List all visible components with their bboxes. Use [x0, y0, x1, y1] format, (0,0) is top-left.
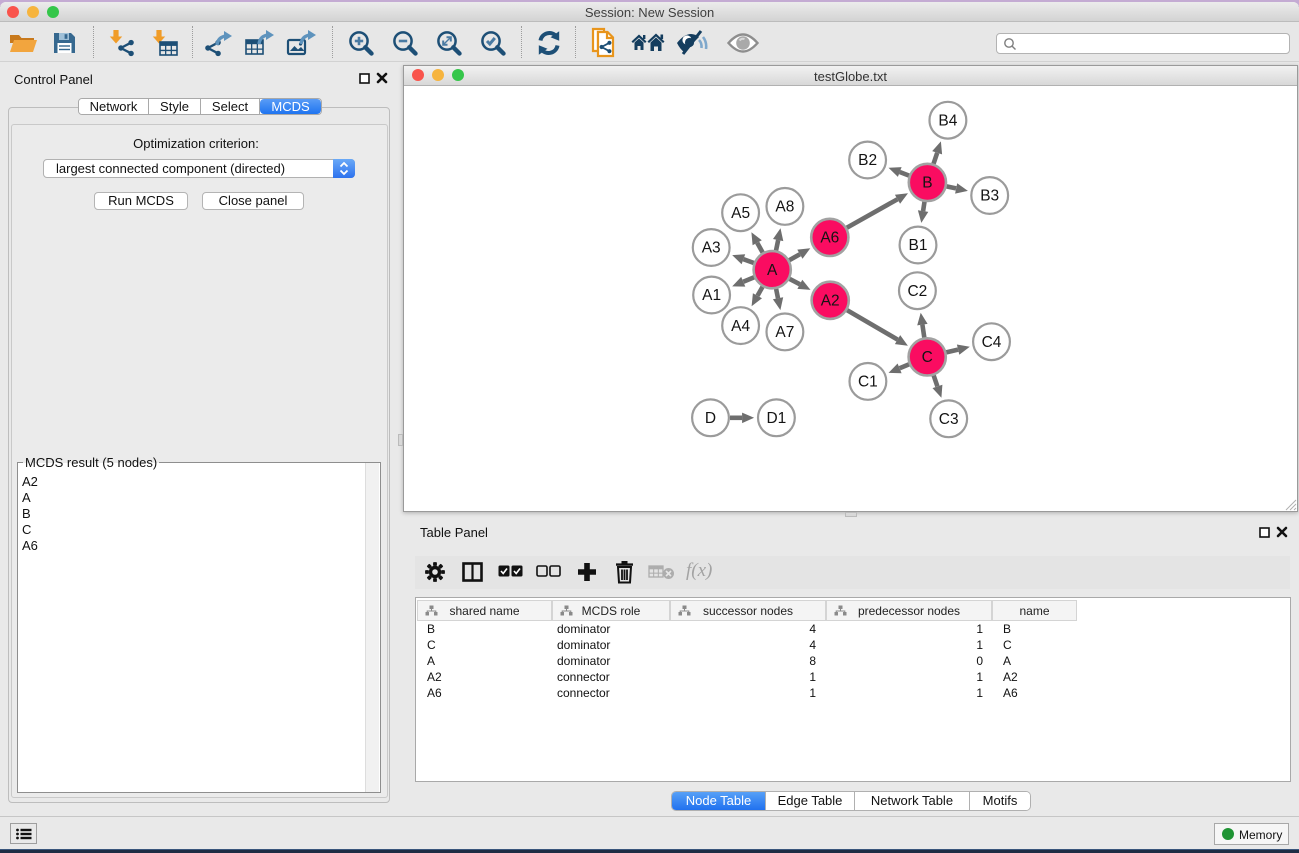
svg-text:D1: D1	[766, 410, 786, 427]
svg-text:A6: A6	[820, 230, 839, 247]
svg-text:A8: A8	[775, 199, 794, 216]
svg-text:A2: A2	[821, 293, 840, 310]
svg-text:C: C	[922, 349, 933, 366]
svg-text:A3: A3	[702, 240, 721, 257]
svg-text:A1: A1	[702, 287, 721, 304]
svg-text:C2: C2	[907, 283, 927, 300]
svg-text:C4: C4	[982, 334, 1002, 351]
svg-text:A5: A5	[731, 205, 750, 222]
svg-text:C3: C3	[939, 411, 959, 428]
svg-text:B3: B3	[980, 188, 999, 205]
svg-text:D: D	[705, 410, 716, 427]
svg-text:C1: C1	[858, 374, 878, 391]
svg-text:A4: A4	[731, 318, 750, 335]
svg-text:A: A	[767, 262, 778, 279]
svg-text:B: B	[922, 175, 932, 192]
svg-text:B2: B2	[858, 152, 877, 169]
svg-text:B1: B1	[909, 237, 928, 254]
svg-text:B4: B4	[938, 112, 957, 129]
svg-text:A7: A7	[775, 324, 794, 341]
